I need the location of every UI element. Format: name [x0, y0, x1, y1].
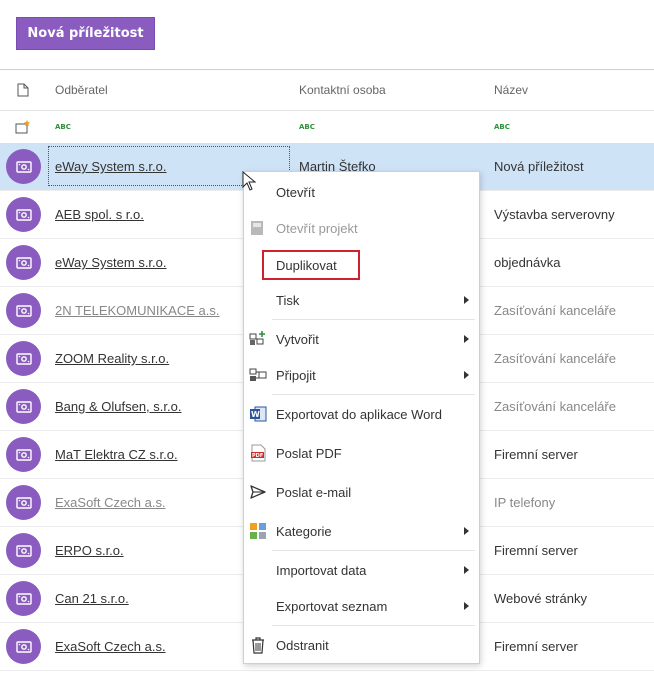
chevron-right-icon — [464, 602, 469, 610]
name-cell: Firemní server — [494, 543, 578, 558]
name-cell: objednávka — [494, 255, 561, 270]
name-cell: IP telefony — [494, 495, 556, 510]
customer-link[interactable]: 2N TELEKOMUNIKACE a.s. — [55, 287, 219, 334]
menu-separator — [272, 319, 475, 320]
chevron-right-icon — [464, 566, 469, 574]
chevron-right-icon — [464, 371, 469, 379]
categories-icon — [249, 522, 267, 540]
chevron-right-icon — [464, 335, 469, 343]
column-header-nazev[interactable]: Název — [494, 70, 528, 110]
svg-text:PDF: PDF — [252, 453, 263, 459]
pdf-icon: PDF — [249, 444, 267, 462]
opportunity-icon[interactable] — [6, 149, 41, 184]
opportunity-icon[interactable] — [6, 629, 41, 664]
menu-item-exportovat-word[interactable]: W Exportovat do aplikace Word — [244, 396, 479, 432]
create-icon — [249, 330, 267, 348]
customer-link[interactable]: ZOOM Reality s.r.o. — [55, 335, 169, 382]
project-icon — [249, 219, 267, 237]
svg-text:W: W — [251, 410, 260, 419]
menu-item-importovat-data[interactable]: Importovat data — [244, 552, 479, 588]
customer-link[interactable]: eWay System s.r.o. — [55, 143, 167, 190]
new-opportunity-button[interactable]: Nová příležitost — [16, 17, 155, 50]
opportunity-icon[interactable] — [6, 389, 41, 424]
trash-icon — [249, 636, 267, 654]
name-cell: Firemní server — [494, 447, 578, 462]
mouse-cursor-icon — [242, 170, 257, 196]
opportunity-icon[interactable] — [6, 437, 41, 472]
customer-link[interactable]: ExaSoft Czech a.s. — [55, 479, 166, 526]
menu-separator — [272, 625, 475, 626]
customer-link[interactable]: MaT Elektra CZ s.r.o. — [55, 431, 178, 478]
menu-item-exportovat-seznam[interactable]: Exportovat seznam — [244, 588, 479, 624]
name-cell: Webové stránky — [494, 591, 587, 606]
menu-item-poslat-pdf[interactable]: PDF Poslat PDF — [244, 435, 479, 471]
opportunity-icon[interactable] — [6, 581, 41, 616]
filter-kontaktni-osoba[interactable]: ABC — [299, 110, 315, 143]
context-menu: Otevřít Otevřít projekt Duplikovat Tisk … — [243, 171, 480, 664]
name-cell: Nová příležitost — [494, 159, 584, 174]
opportunity-icon[interactable] — [6, 341, 41, 376]
menu-item-otevrit-projekt[interactable]: Otevřít projekt — [244, 210, 479, 246]
menu-item-pripojit[interactable]: Připojit — [244, 357, 479, 393]
customer-link[interactable]: ExaSoft Czech a.s. — [55, 623, 166, 670]
send-icon — [249, 483, 267, 501]
menu-item-duplikovat[interactable]: Duplikovat — [244, 247, 479, 283]
opportunity-icon[interactable] — [6, 197, 41, 232]
word-icon: W — [249, 405, 267, 423]
menu-item-vytvorit[interactable]: Vytvořit — [244, 321, 479, 357]
menu-item-otevrit[interactable]: Otevřít — [244, 174, 479, 210]
grid-header-row: Odběratel Kontaktní osoba Název — [0, 69, 654, 111]
menu-item-kategorie[interactable]: Kategorie — [244, 513, 479, 549]
filter-nazev[interactable]: ABC — [494, 110, 510, 143]
menu-item-poslat-email[interactable]: Poslat e-mail — [244, 474, 479, 510]
filter-row: ABC ABC ABC — [0, 110, 654, 144]
name-cell: Výstavba serverovny — [494, 207, 615, 222]
chevron-right-icon — [464, 296, 469, 304]
new-filter-icon[interactable] — [0, 110, 46, 143]
column-header-odberatel[interactable]: Odběratel — [55, 70, 108, 110]
chevron-right-icon — [464, 527, 469, 535]
filter-odberatel[interactable]: ABC — [55, 110, 71, 143]
name-cell: Firemní server — [494, 639, 578, 654]
customer-link[interactable]: ERPO s.r.o. — [55, 527, 124, 574]
customer-link[interactable]: Bang & Olufsen, s.r.o. — [55, 383, 181, 430]
menu-item-odstranit[interactable]: Odstranit — [244, 627, 479, 663]
opportunity-icon[interactable] — [6, 293, 41, 328]
attach-icon — [249, 366, 267, 384]
name-cell: Zasíťování kanceláře — [494, 399, 616, 414]
document-icon — [0, 70, 46, 110]
customer-link[interactable]: Can 21 s.r.o. — [55, 575, 129, 622]
menu-separator — [272, 394, 475, 395]
menu-item-tisk[interactable]: Tisk — [244, 282, 479, 318]
opportunity-icon[interactable] — [6, 533, 41, 568]
customer-link[interactable]: eWay System s.r.o. — [55, 239, 167, 286]
name-cell: Zasíťování kanceláře — [494, 351, 616, 366]
name-cell: Zasíťování kanceláře — [494, 303, 616, 318]
customer-link[interactable]: AEB spol. s r.o. — [55, 191, 144, 238]
column-header-kontaktni-osoba[interactable]: Kontaktní osoba — [299, 70, 386, 110]
menu-separator — [272, 550, 475, 551]
opportunity-icon[interactable] — [6, 245, 41, 280]
opportunity-icon[interactable] — [6, 485, 41, 520]
